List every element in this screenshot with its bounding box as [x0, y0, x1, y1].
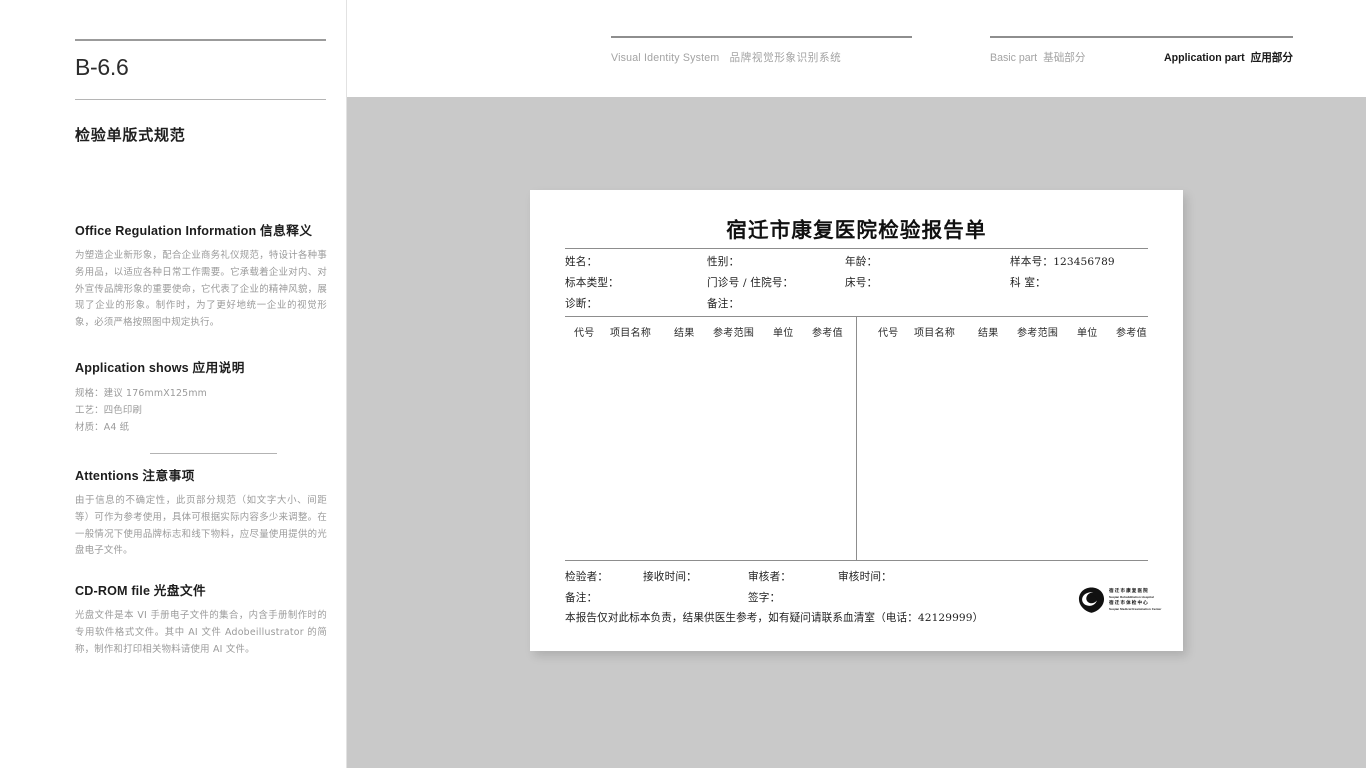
block-cdrom-heading-cn: 光盘文件	[153, 583, 207, 598]
field-visit-no-label: 门诊号 / 住院号：	[707, 277, 794, 289]
spec-material: 材质：A4 纸	[75, 422, 130, 433]
col-head-left-result: 结果	[674, 328, 695, 339]
block-application-shows: Application shows 应用说明 规格：建议 176mmX125mm…	[75, 357, 327, 436]
field-specimen-type-label: 标本类型：	[565, 277, 619, 289]
block-attentions-body: 由于信息的不确定性，此页部分规范（如文字大小、间距等）可作为参考使用，具体可根据…	[75, 495, 327, 557]
header-vis-group: Visual Identity System 品牌视觉形象识别系统	[611, 36, 912, 65]
hospital-logo-line2: 宿迁市体检中心 Suqian Medical Examination Cente…	[1109, 601, 1162, 611]
block-attentions-heading-en: Attentions	[75, 469, 139, 483]
header-basic-part-en: Basic part	[990, 52, 1038, 64]
block-cdrom-heading-en: CD-ROM file	[75, 584, 151, 598]
sidebar-short-divider	[150, 453, 277, 454]
header-parts-group: Basic part 基础部分 Application part 应用部分	[990, 36, 1293, 65]
col-head-right-code: 代号	[878, 328, 899, 339]
sidebar: B-6.6 检验单版式规范 Office Regulation Informat…	[75, 0, 327, 768]
footer-review-time[interactable]: 审核时间：	[838, 569, 892, 584]
field-age[interactable]: 年龄：	[845, 254, 877, 269]
field-bed-no-label: 床号：	[845, 277, 878, 289]
block-office-regulation: Office Regulation Information 信息释义 为塑造企业…	[75, 220, 327, 332]
col-head-left-unit: 单位	[773, 328, 794, 339]
field-bed-no[interactable]: 床号：	[845, 275, 877, 290]
block-office-heading: Office Regulation Information 信息释义	[75, 220, 327, 239]
header-basic-part-cn: 基础部分	[1043, 52, 1086, 64]
block-cdrom-file: CD-ROM file 光盘文件 光盘文件是本 VI 手册电子文件的集合，内含手…	[75, 580, 327, 658]
block-application-heading-en: Application shows	[75, 361, 189, 375]
hospital-logo-mark	[1078, 587, 1105, 613]
field-sample-no[interactable]: 样本号：123456789	[1010, 254, 1115, 269]
field-specimen-type[interactable]: 标本类型：	[565, 275, 619, 290]
block-attentions-heading-cn: 注意事项	[142, 468, 195, 483]
field-gender[interactable]: 性别：	[707, 254, 739, 269]
header-vis-rule	[611, 36, 912, 38]
field-age-label: 年龄：	[845, 256, 878, 268]
table-center-divider	[856, 316, 857, 560]
header-vis-cn: 品牌视觉形象识别系统	[729, 52, 842, 64]
code-rule-top	[75, 39, 326, 41]
block-cdrom-body: 光盘文件是本 VI 手册电子文件的集合，内含手册制作时的专用软件格式文件。其中 …	[75, 610, 327, 655]
header-vis-en: Visual Identity System	[611, 52, 720, 64]
col-head-left-refvalue: 参考值	[812, 328, 843, 339]
page-title: 检验单版式规范	[75, 126, 186, 144]
header-application-part[interactable]: Application part 应用部分	[1164, 50, 1293, 65]
field-name-label: 姓名：	[565, 256, 598, 268]
col-head-right-item: 项目名称	[914, 328, 956, 339]
hospital-logo-line2-en: Suqian Medical Examination Center	[1109, 606, 1162, 611]
report-rule-top	[565, 248, 1148, 249]
col-head-right-result: 结果	[978, 328, 999, 339]
report-rule-bottom	[565, 560, 1148, 561]
field-department[interactable]: 科 室：	[1010, 275, 1046, 290]
block-office-heading-en: Office Regulation Information	[75, 224, 257, 238]
code-rule-bottom	[75, 99, 326, 100]
field-name[interactable]: 姓名：	[565, 254, 597, 269]
block-application-heading-cn: 应用说明	[192, 360, 245, 375]
vi-manual-page: B-6.6 检验单版式规范 Office Regulation Informat…	[0, 0, 1366, 768]
header-basic-part[interactable]: Basic part 基础部分	[990, 50, 1085, 65]
field-diagnosis-label: 诊断：	[565, 298, 598, 310]
page-code: B-6.6	[75, 54, 129, 80]
block-attentions-heading: Attentions 注意事项	[75, 465, 327, 484]
col-head-left-item: 项目名称	[610, 328, 652, 339]
report-disclaimer: 本报告仅对此标本负责，结果供医生参考，如有疑问请联系血清室（电话：4212999…	[565, 612, 984, 624]
footer-receive-time[interactable]: 接收时间：	[643, 569, 697, 584]
block-attentions: Attentions 注意事项 由于信息的不确定性，此页部分规范（如文字大小、间…	[75, 465, 327, 560]
header-vis-text: Visual Identity System 品牌视觉形象识别系统	[611, 50, 912, 65]
hospital-logo-line1: 宿迁市康复医院 Suqian Rehabilitation Hospital	[1109, 589, 1162, 599]
lab-report-card: 宿迁市康复医院检验报告单 姓名： 性别： 年龄： 样本号：123456789 标…	[530, 190, 1183, 651]
field-department-label: 科 室：	[1010, 277, 1046, 289]
block-application-heading: Application shows 应用说明	[75, 357, 327, 376]
spec-size: 规格：建议 176mmX125mm	[75, 388, 207, 399]
block-cdrom-heading: CD-ROM file 光盘文件	[75, 580, 327, 599]
field-diagnosis[interactable]: 诊断：	[565, 296, 597, 311]
field-visit-no[interactable]: 门诊号 / 住院号：	[707, 275, 793, 290]
footer-signature[interactable]: 签字：	[748, 590, 780, 605]
col-head-right-range: 参考范围	[1017, 328, 1059, 339]
footer-reviewer[interactable]: 审核者：	[748, 569, 791, 584]
lab-report-title: 宿迁市康复医院检验报告单	[726, 218, 987, 242]
col-head-right-refvalue: 参考值	[1116, 328, 1147, 339]
field-remark-top-label: 备注：	[707, 298, 740, 310]
sidebar-divider	[346, 0, 347, 768]
field-remark-top[interactable]: 备注：	[707, 296, 739, 311]
spec-process: 工艺：四色印刷	[75, 405, 143, 416]
hospital-logo: 宿迁市康复医院 Suqian Rehabilitation Hospital 宿…	[1078, 586, 1182, 614]
footer-remark[interactable]: 备注：	[565, 590, 597, 605]
field-sample-no-value: 123456789	[1053, 256, 1115, 268]
header-application-part-cn: 应用部分	[1250, 52, 1293, 64]
col-head-left-code: 代号	[574, 328, 595, 339]
lab-report-content: 宿迁市康复医院检验报告单 姓名： 性别： 年龄： 样本号：123456789 标…	[565, 190, 1161, 651]
field-sample-no-label: 样本号：	[1010, 256, 1054, 268]
col-head-left-range: 参考范围	[713, 328, 755, 339]
hospital-logo-line1-en: Suqian Rehabilitation Hospital	[1109, 595, 1154, 599]
col-head-right-unit: 单位	[1077, 328, 1098, 339]
hospital-logo-text: 宿迁市康复医院 Suqian Rehabilitation Hospital 宿…	[1109, 589, 1162, 610]
header-parts-rule	[990, 36, 1293, 38]
field-gender-label: 性别：	[707, 256, 740, 268]
footer-inspector[interactable]: 检验者：	[565, 569, 608, 584]
header-application-part-en: Application part	[1163, 52, 1245, 64]
block-office-heading-cn: 信息释义	[260, 223, 313, 238]
block-office-body: 为塑造企业新形象，配合企业商务礼仪规范，特设计各种事务用品，以适应各种日常工作需…	[75, 250, 327, 329]
